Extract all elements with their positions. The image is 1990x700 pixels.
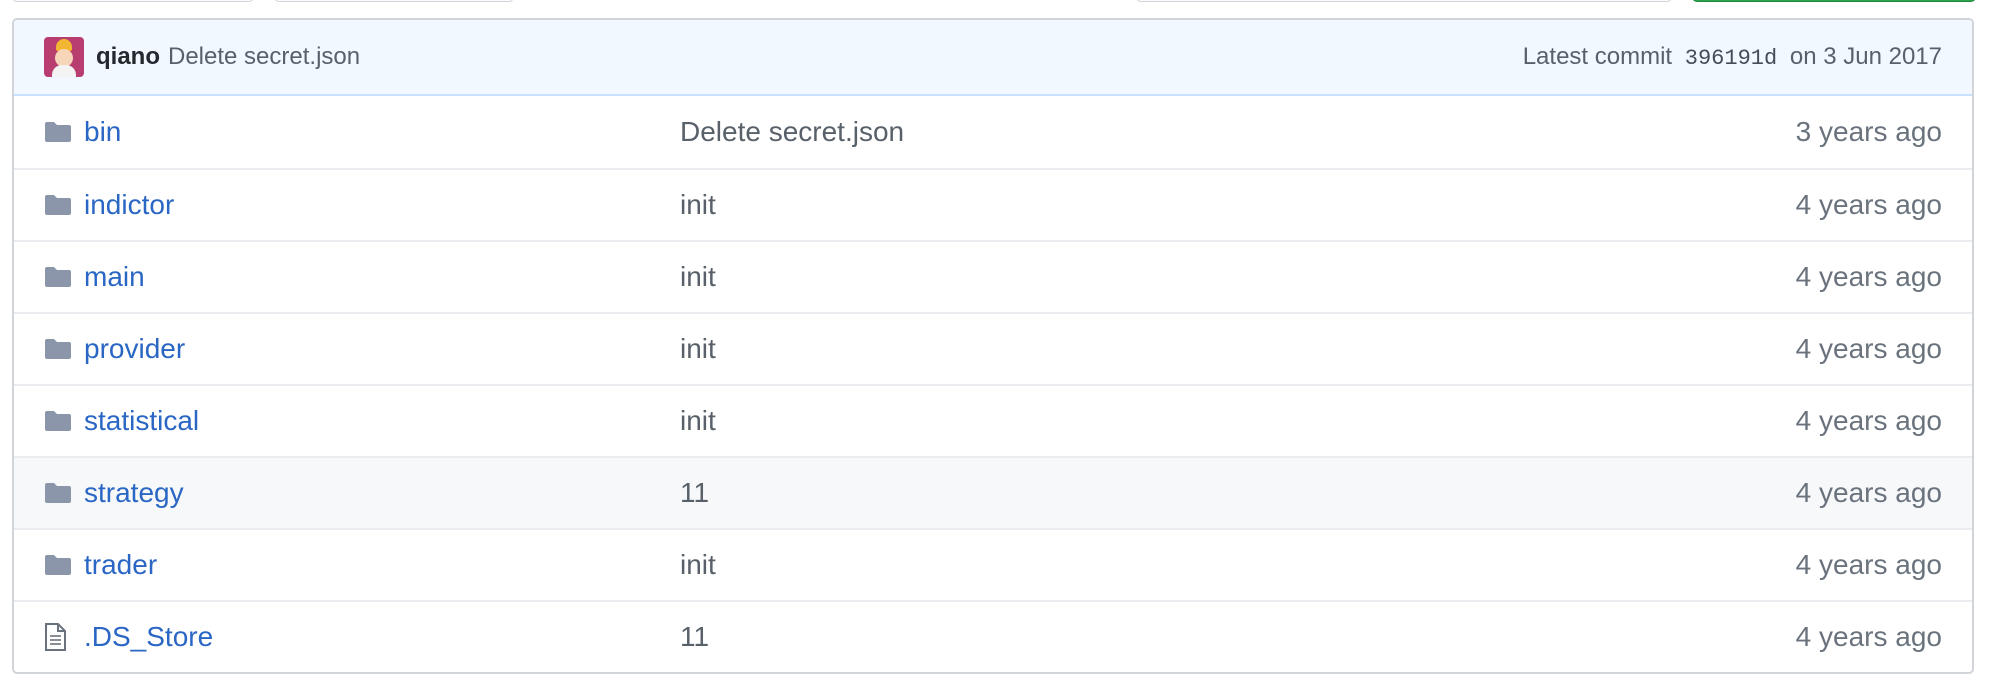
folder-icon (44, 194, 84, 216)
file-row[interactable]: main init 4 years ago (14, 240, 1972, 312)
commit-age: 4 years ago (1795, 333, 1942, 364)
avatar[interactable] (44, 37, 84, 77)
file-name-link[interactable]: strategy (84, 477, 680, 509)
latest-commit-info: Latest commit 396191d on 3 Jun 2017 (1523, 43, 1942, 71)
file-row[interactable]: provider init 4 years ago (14, 312, 1972, 384)
file-list: qiano Delete secret.json Latest commit 3… (12, 18, 1974, 674)
file-name-link[interactable]: statistical (84, 405, 680, 437)
commit-age: 4 years ago (1795, 621, 1942, 652)
find-file-button[interactable] (1136, 0, 1672, 2)
commit-age: 4 years ago (1795, 189, 1942, 220)
folder-icon (44, 121, 84, 143)
top-toolbar-remnant (0, 0, 1990, 18)
file-name-link[interactable]: bin (84, 116, 680, 148)
file-icon (44, 623, 84, 651)
commit-age: 4 years ago (1795, 549, 1942, 580)
new-pull-request-button[interactable] (274, 0, 514, 2)
file-name-link[interactable]: provider (84, 333, 680, 365)
commit-age: 4 years ago (1795, 477, 1942, 508)
file-row[interactable]: strategy 11 4 years ago (14, 456, 1972, 528)
commit-message-link[interactable]: 11 (680, 621, 1796, 653)
file-name-link[interactable]: trader (84, 549, 680, 581)
commit-message-link[interactable]: Delete secret.json (680, 116, 1796, 148)
file-row[interactable]: statistical init 4 years ago (14, 384, 1972, 456)
commit-message-link[interactable]: 11 (680, 477, 1796, 509)
file-row[interactable]: .DS_Store 11 4 years ago (14, 600, 1972, 672)
branch-button[interactable] (12, 0, 254, 2)
commit-message-link[interactable]: init (680, 189, 1796, 221)
commit-age: 4 years ago (1795, 261, 1942, 292)
clone-download-button[interactable] (1692, 0, 1976, 2)
commit-message-link[interactable]: init (680, 405, 1796, 437)
folder-icon (44, 338, 84, 360)
file-name-link[interactable]: .DS_Store (84, 621, 680, 653)
commit-message-link[interactable]: init (680, 333, 1796, 365)
file-row[interactable]: bin Delete secret.json 3 years ago (14, 96, 1972, 168)
folder-icon (44, 410, 84, 432)
file-row[interactable]: indictor init 4 years ago (14, 168, 1972, 240)
folder-icon (44, 266, 84, 288)
file-name-link[interactable]: main (84, 261, 680, 293)
commit-message-link[interactable]: init (680, 549, 1796, 581)
commit-age: 4 years ago (1795, 405, 1942, 436)
folder-icon (44, 482, 84, 504)
commit-author[interactable]: qiano (96, 43, 160, 71)
latest-commit-label: Latest commit (1522, 43, 1673, 70)
commit-sha[interactable]: 396191d (1685, 46, 1777, 71)
commit-age: 3 years ago (1795, 116, 1942, 147)
latest-commit-bar: qiano Delete secret.json Latest commit 3… (14, 20, 1972, 96)
file-row[interactable]: trader init 4 years ago (14, 528, 1972, 600)
commit-message[interactable]: Delete secret.json (168, 43, 360, 71)
file-name-link[interactable]: indictor (84, 189, 680, 221)
commit-message-link[interactable]: init (680, 261, 1796, 293)
folder-icon (44, 554, 84, 576)
commit-date: on 3 Jun 2017 (1789, 43, 1942, 70)
